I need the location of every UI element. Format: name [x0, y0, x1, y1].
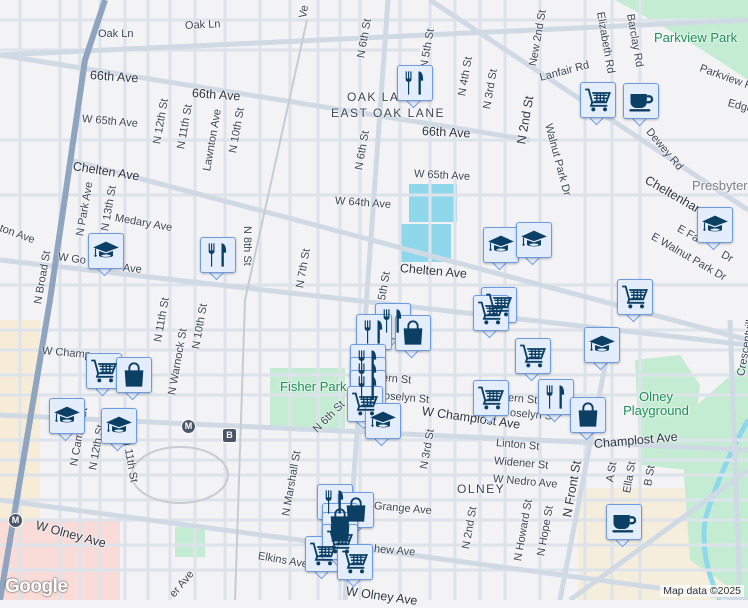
- grocery-marker[interactable]: [617, 279, 653, 323]
- road-label: Oak Ln: [98, 28, 134, 40]
- restaurant-icon: [542, 383, 570, 411]
- coffee-marker[interactable]: [623, 83, 659, 127]
- park-label: Parkview Park: [654, 30, 738, 45]
- grocery-icon: [90, 357, 118, 385]
- marker-body: [473, 295, 509, 331]
- road-label: Oak Ln: [184, 18, 221, 32]
- road-label: Ve: [297, 4, 312, 20]
- restaurant-marker[interactable]: [538, 379, 574, 423]
- bus-station-icon[interactable]: B: [222, 428, 237, 443]
- school-icon: [701, 211, 729, 239]
- marker-body: [473, 380, 509, 416]
- road-label: N 8th St: [241, 226, 253, 266]
- grocery-marker[interactable]: [580, 82, 616, 126]
- restaurant-icon: [401, 69, 429, 97]
- park-label: Fisher Park: [280, 379, 347, 394]
- grocery-icon: [477, 299, 505, 327]
- school-marker[interactable]: [483, 227, 519, 271]
- school-icon: [105, 412, 133, 440]
- metro-station-icon[interactable]: M: [8, 513, 23, 528]
- school-marker[interactable]: [49, 398, 85, 442]
- school-icon: [588, 331, 616, 359]
- school-marker[interactable]: [516, 222, 552, 266]
- grocery-marker[interactable]: [515, 338, 551, 382]
- shopping-icon: [574, 401, 602, 429]
- marker-body: [606, 504, 642, 540]
- marker-body: [483, 227, 519, 263]
- school-marker[interactable]: [697, 207, 733, 251]
- road-label: 66th Ave: [421, 124, 471, 141]
- shopping-icon: [120, 361, 148, 389]
- school-marker[interactable]: [101, 408, 137, 452]
- marker-body: [570, 397, 606, 433]
- marker-body: [86, 353, 122, 389]
- road-label: Ave: [122, 262, 143, 276]
- marker-body: [397, 65, 433, 101]
- grocery-icon: [621, 283, 649, 311]
- marker-body: [116, 357, 152, 393]
- school-marker[interactable]: [584, 327, 620, 371]
- shopping-icon: [399, 319, 427, 347]
- marker-body: [395, 315, 431, 351]
- marker-body: [617, 279, 653, 315]
- grocery-icon: [477, 384, 505, 412]
- marker-body: [538, 379, 574, 415]
- marker-body: [337, 544, 373, 580]
- marker-body: [49, 398, 85, 434]
- school-icon: [369, 407, 397, 435]
- restaurant-icon: [360, 318, 388, 346]
- marker-body: [515, 338, 551, 374]
- shopping-marker[interactable]: [116, 357, 152, 401]
- marker-body: [200, 237, 236, 273]
- coffee-marker[interactable]: [606, 504, 642, 548]
- grocery-marker[interactable]: [473, 295, 509, 339]
- map-attribution[interactable]: Map data ©2025: [660, 585, 744, 597]
- marker-body: [697, 207, 733, 243]
- poi-label: Presbyter: [692, 178, 748, 193]
- marker-body: [365, 403, 401, 439]
- neighborhood-label: OLNEY: [457, 482, 506, 496]
- road-label: ern St: [381, 372, 412, 387]
- metro-station-icon[interactable]: M: [181, 419, 196, 434]
- grocery-icon: [584, 86, 612, 114]
- restaurant-icon: [204, 241, 232, 269]
- google-logo[interactable]: Google: [5, 576, 68, 598]
- school-icon: [92, 237, 120, 265]
- restaurant-marker[interactable]: [397, 65, 433, 109]
- shopping-marker[interactable]: [395, 315, 431, 359]
- marker-body: [580, 82, 616, 118]
- shopping-marker[interactable]: [570, 397, 606, 441]
- marker-body: [356, 314, 392, 350]
- marker-body: [101, 408, 137, 444]
- marker-body: [584, 327, 620, 363]
- grocery-marker[interactable]: [473, 380, 509, 424]
- marker-body: [88, 233, 124, 269]
- road-label: ern St: [507, 392, 538, 407]
- restaurant-marker[interactable]: [200, 237, 236, 281]
- park-label: Olney Playground: [623, 389, 689, 418]
- school-icon: [487, 231, 515, 259]
- grocery-icon: [519, 342, 547, 370]
- school-icon: [520, 226, 548, 254]
- marker-body: [516, 222, 552, 258]
- school-marker[interactable]: [365, 403, 401, 447]
- school-marker[interactable]: [88, 233, 124, 277]
- marker-body: [623, 83, 659, 119]
- coffee-icon: [610, 508, 638, 536]
- grocery-icon: [341, 548, 369, 576]
- grocery-marker[interactable]: [337, 544, 373, 588]
- school-icon: [53, 402, 81, 430]
- coffee-icon: [627, 87, 655, 115]
